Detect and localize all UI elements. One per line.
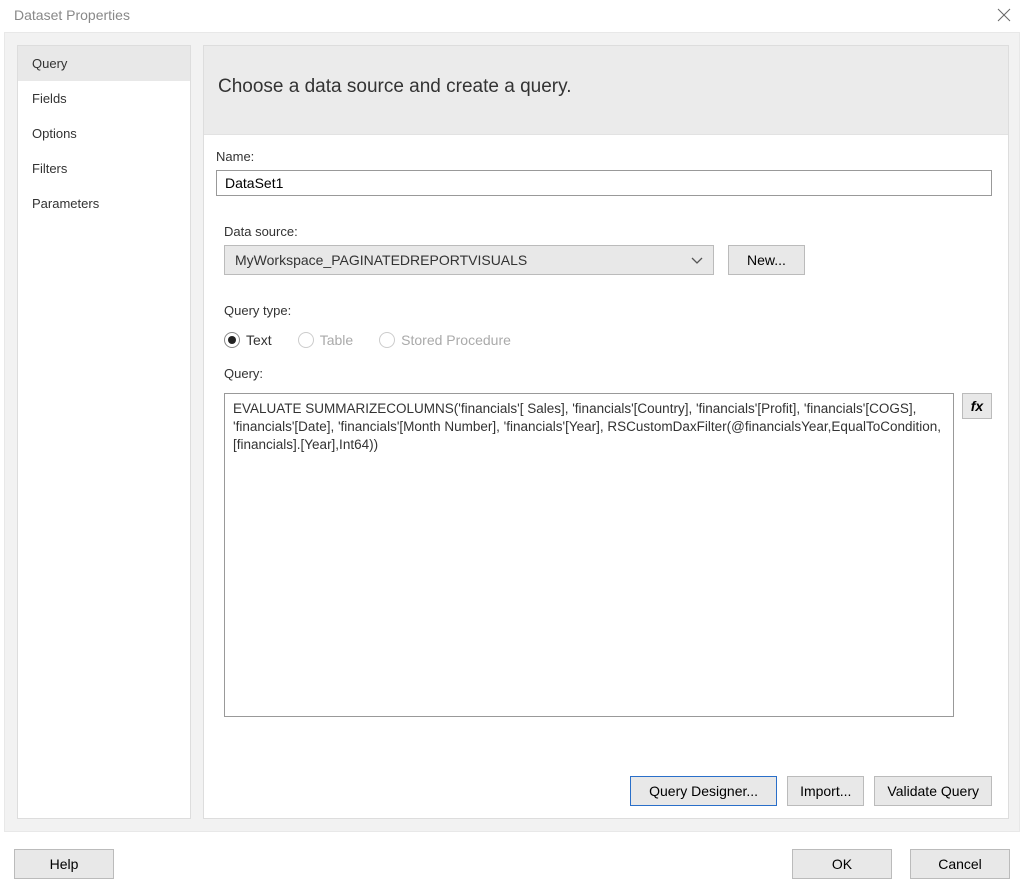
sidebar-item-query[interactable]: Query xyxy=(18,46,190,81)
radio-label: Stored Procedure xyxy=(401,332,511,348)
close-icon[interactable] xyxy=(994,5,1014,25)
radio-icon xyxy=(224,332,240,348)
expression-button[interactable]: fx xyxy=(962,393,992,419)
validate-query-button[interactable]: Validate Query xyxy=(874,776,992,806)
sidebar-item-fields[interactable]: Fields xyxy=(18,81,190,116)
radio-table: Table xyxy=(298,332,353,348)
radio-stored-procedure: Stored Procedure xyxy=(379,332,511,348)
page-heading: Choose a data source and create a query. xyxy=(204,46,1008,135)
radio-label: Text xyxy=(246,332,272,348)
titlebar: Dataset Properties xyxy=(0,0,1024,32)
sidebar-item-label: Query xyxy=(32,56,67,71)
radio-label: Table xyxy=(320,332,353,348)
dialog-footer: Help OK Cancel xyxy=(0,832,1024,886)
ok-button[interactable]: OK xyxy=(792,849,892,879)
dialog-body: Query Fields Options Filters Parameters … xyxy=(4,32,1020,832)
chevron-down-icon xyxy=(691,252,703,268)
sidebar-item-label: Options xyxy=(32,126,77,141)
query-buttons-row: Query Designer... Import... Validate Que… xyxy=(216,776,992,806)
datasource-select[interactable]: MyWorkspace_PAGINATEDREPORTVISUALS xyxy=(224,245,714,275)
query-textarea[interactable]: EVALUATE SUMMARIZECOLUMNS('financials'[ … xyxy=(224,393,954,717)
help-button[interactable]: Help xyxy=(14,849,114,879)
cancel-button[interactable]: Cancel xyxy=(910,849,1010,879)
sidebar: Query Fields Options Filters Parameters xyxy=(17,45,191,819)
window-title: Dataset Properties xyxy=(14,7,130,23)
sidebar-item-label: Filters xyxy=(32,161,67,176)
main-content: Name: Data source: MyWorkspace_PAGINATED… xyxy=(204,135,1008,818)
sidebar-item-label: Fields xyxy=(32,91,67,106)
query-label: Query: xyxy=(224,366,992,381)
import-button[interactable]: Import... xyxy=(787,776,864,806)
name-label: Name: xyxy=(216,149,992,164)
querytype-radio-group: Text Table Stored Procedure xyxy=(224,332,992,348)
name-input[interactable] xyxy=(216,170,992,196)
radio-text[interactable]: Text xyxy=(224,332,272,348)
sidebar-item-filters[interactable]: Filters xyxy=(18,151,190,186)
radio-icon xyxy=(379,332,395,348)
sidebar-item-parameters[interactable]: Parameters xyxy=(18,186,190,221)
radio-icon xyxy=(298,332,314,348)
sidebar-item-options[interactable]: Options xyxy=(18,116,190,151)
sidebar-item-label: Parameters xyxy=(32,196,99,211)
query-designer-button[interactable]: Query Designer... xyxy=(630,776,777,806)
datasource-value: MyWorkspace_PAGINATEDREPORTVISUALS xyxy=(235,252,527,268)
new-datasource-button[interactable]: New... xyxy=(728,245,805,275)
datasource-label: Data source: xyxy=(224,224,992,239)
main-panel: Choose a data source and create a query.… xyxy=(203,45,1009,819)
querytype-label: Query type: xyxy=(224,303,992,318)
